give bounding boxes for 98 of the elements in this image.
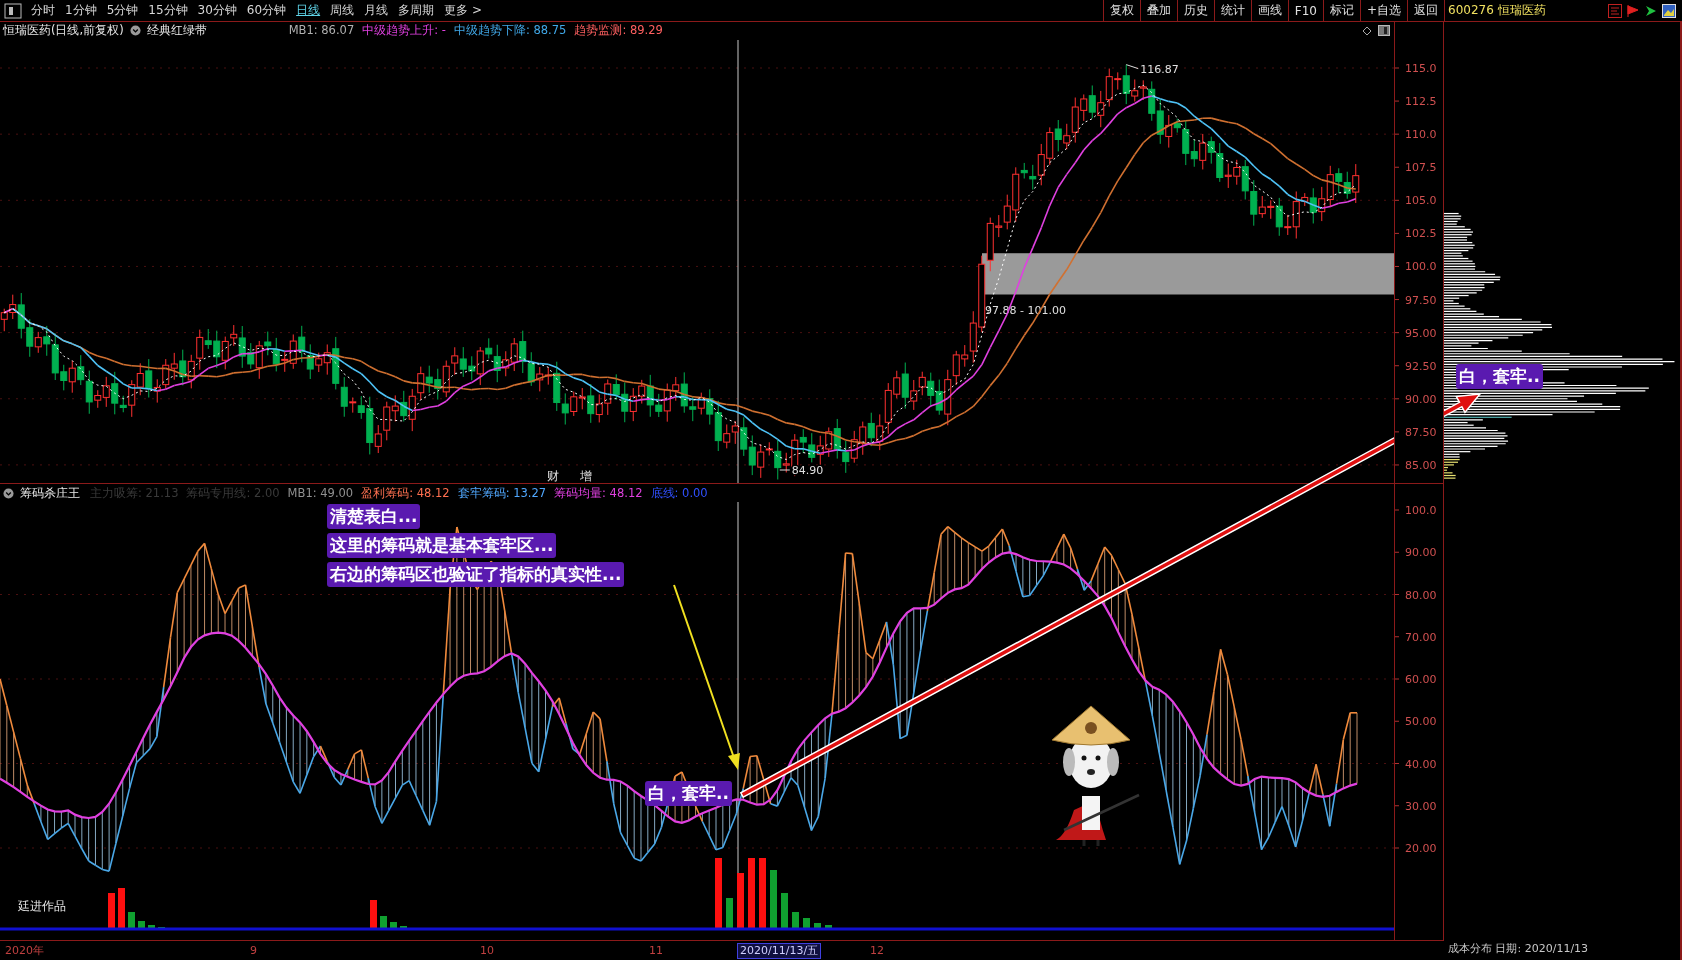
axis-label: 105.0 <box>1405 194 1437 208</box>
axis-label: 87.50 <box>1405 425 1437 439</box>
indicator-readout: 盈利筹码: 48.12 <box>361 485 450 501</box>
panel-toggle-icon[interactable] <box>4 3 22 19</box>
toolbar-button[interactable]: +自选 <box>1359 0 1407 21</box>
indicator-readout: 底线: 0.00 <box>650 485 708 501</box>
axis-label: 30.00 <box>1405 799 1437 813</box>
volume-bar <box>726 898 733 928</box>
panel-toggle-icon[interactable] <box>1378 25 1390 37</box>
indicator-name[interactable]: 筹码杀庄王 <box>20 485 80 501</box>
axis-label: 90.00 <box>1405 392 1437 406</box>
axis-label: 102.5 <box>1405 227 1437 241</box>
volume-bar <box>138 921 145 928</box>
annotation-text: 白，套牢.. <box>645 781 732 806</box>
period-tab[interactable]: 日线 <box>291 0 326 21</box>
volume-bar <box>370 900 377 928</box>
period-tab[interactable]: 1分钟 <box>60 0 102 21</box>
volume-bar <box>781 893 788 928</box>
period-tab[interactable]: 5分钟 <box>101 0 144 21</box>
toolbar-button[interactable]: F10 <box>1287 0 1323 21</box>
period-tab[interactable]: 更多 > <box>439 0 487 21</box>
axis-label: 112.5 <box>1405 95 1437 109</box>
toolbar-button[interactable]: 复权 <box>1102 0 1140 21</box>
toolbar-button[interactable]: 叠加 <box>1139 0 1177 21</box>
volume-bar <box>108 893 115 928</box>
toolbar-button[interactable]: 标记 <box>1322 0 1360 21</box>
axis-label: 100.0 <box>1405 260 1437 274</box>
volume-bar <box>380 916 387 928</box>
axis-label: 40.00 <box>1405 757 1437 771</box>
indicator-readout: MB1: 49.00 <box>287 485 354 501</box>
arrow-icon[interactable] <box>1644 3 1658 18</box>
axis-label: 90.00 <box>1405 546 1437 560</box>
period-tab[interactable]: 60分钟 <box>241 0 292 21</box>
volume-bar <box>748 858 755 928</box>
picture-icon[interactable] <box>1662 3 1676 18</box>
signature-text: 廷进作品 <box>18 898 66 915</box>
axis-label: 92.50 <box>1405 359 1437 373</box>
indicator-readout: 中级趋势上升: - <box>362 23 446 39</box>
axis-label: 50.00 <box>1405 715 1437 729</box>
period-tab[interactable]: 月线 <box>359 0 394 21</box>
time-axis-label: 11 <box>648 943 664 959</box>
chevron-circle-icon[interactable] <box>3 487 14 499</box>
indicator-readout: 中级趋势下降: 88.75 <box>453 23 567 39</box>
annotation-text: 这里的筹码就是基本套牢区... <box>327 533 557 558</box>
period-tab[interactable]: 多周期 <box>393 0 440 21</box>
time-axis-label: 9 <box>249 943 258 959</box>
axis-label: 100.0 <box>1405 504 1437 517</box>
volume-bar <box>759 858 766 928</box>
chart-title: 恒瑞医药(日线,前复权) <box>3 23 124 39</box>
annotation-text: 右边的筹码区也验证了指标的真实性... <box>327 562 625 587</box>
time-axis-label: 2020/11/13/五 <box>737 943 822 959</box>
axis-label: 110.0 <box>1405 128 1437 142</box>
axis-label: 107.5 <box>1405 161 1437 175</box>
time-axis-label: 12 <box>869 943 885 959</box>
period-tab[interactable]: 周线 <box>325 0 360 21</box>
indicator-name[interactable]: 经典红绿带 <box>146 23 207 39</box>
flag-icon[interactable] <box>1626 3 1640 18</box>
volume-bar <box>825 925 832 928</box>
period-tab[interactable]: 15分钟 <box>143 0 193 21</box>
axis-label: 80.00 <box>1405 588 1437 602</box>
annotation-text: 白，套牢.. <box>1456 364 1543 389</box>
volume-bar <box>128 912 135 928</box>
list-icon[interactable] <box>1608 3 1622 18</box>
axis-label: 97.50 <box>1405 293 1437 307</box>
volume-bar <box>737 873 744 928</box>
axis-label: 70.00 <box>1405 630 1437 644</box>
volume-bar <box>118 888 125 928</box>
volume-bar <box>770 870 777 928</box>
indicator-readout: MB1: 86.07 <box>288 23 355 39</box>
period-tab[interactable]: 30分钟 <box>192 0 242 21</box>
volume-bar <box>814 923 821 928</box>
indicator-readout: 趋势监测: 89.29 <box>574 23 663 39</box>
toolbar-button[interactable]: 统计 <box>1213 0 1251 21</box>
toolbar-button[interactable]: 历史 <box>1176 0 1214 21</box>
time-axis-label: 10 <box>479 943 495 959</box>
axis-label: 60.00 <box>1405 673 1437 686</box>
indicator-readout: 套牢筹码: 13.27 <box>457 485 547 501</box>
chevron-circle-icon[interactable] <box>129 25 141 37</box>
cost-distribution-caption: 成本分布 日期: 2020/11/13 <box>1447 941 1590 957</box>
axis-label: 95.00 <box>1405 326 1437 340</box>
period-tab[interactable]: 分时 <box>26 0 60 21</box>
volume-bar <box>390 922 397 928</box>
axis-label: 115.0 <box>1405 62 1437 75</box>
event-marker[interactable]: 财 <box>547 468 559 483</box>
diamond-icon[interactable] <box>1362 26 1372 36</box>
annotation-text: 清楚表白... <box>327 504 421 529</box>
indicator-readout: 筹码均量: 48.12 <box>554 485 643 501</box>
event-marker[interactable]: 增 <box>580 468 592 483</box>
time-axis-label: 2020年 <box>4 943 45 959</box>
axis-label: 20.00 <box>1405 842 1437 855</box>
toolbar-button[interactable]: 画线 <box>1250 0 1288 21</box>
axis-label: 85.00 <box>1405 458 1437 472</box>
toolbar-button[interactable]: 返回 <box>1407 0 1444 21</box>
volume-bar <box>792 912 799 928</box>
volume-bar <box>715 858 722 928</box>
volume-bar <box>803 918 810 928</box>
stock-name: 600276 恒瑞医药 <box>1448 2 1546 19</box>
volume-bar <box>148 925 155 928</box>
